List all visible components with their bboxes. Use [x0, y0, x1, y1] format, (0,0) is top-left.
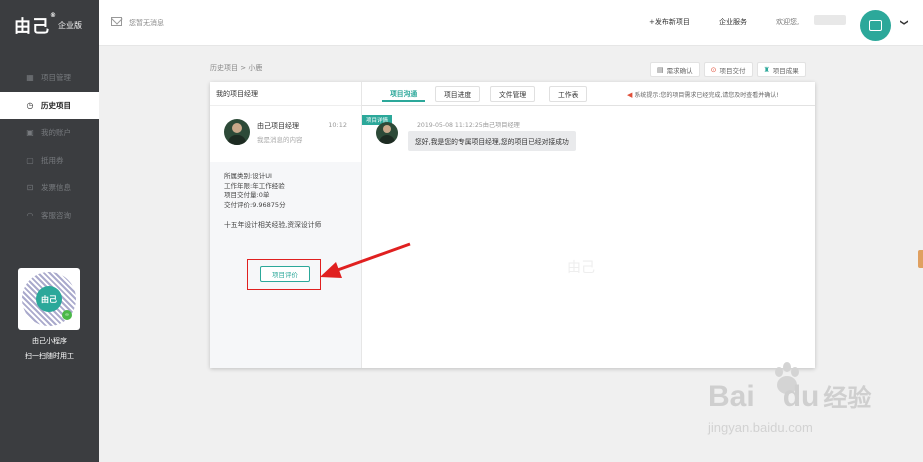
baidu-watermark: Bai du 经验: [708, 380, 872, 413]
sidebar-item-label: 项目管理: [41, 73, 71, 83]
panel-title: 我的项目经理: [210, 82, 361, 106]
qr-sub-label: 扫一扫随时用工: [25, 352, 74, 360]
message-preview: 我是消息的内容: [257, 136, 303, 144]
sidebar: 由己® 企业版 ▦ 项目管理 ◷ 历史项目 ▣ 我的账户 ▢ 抵用券 ⊡ 发票信…: [0, 0, 99, 462]
mini-program-qr: 由己 ∞: [18, 268, 80, 330]
app-logo[interactable]: 由己®: [14, 12, 57, 37]
post-project-link[interactable]: +发布新项目: [649, 17, 690, 27]
project-card: 我的项目经理 由己项目经理 10:12 我是消息的内容 所属类别:设计UI 工作…: [210, 82, 815, 368]
info-experience: 工作年限:年工作经验: [224, 181, 285, 190]
sidebar-item-support[interactable]: ◠ 客服咨询: [0, 202, 99, 230]
info-rating: 交付评价:9.96875分: [224, 200, 286, 209]
image-icon: [869, 20, 882, 31]
sidebar-nav: ▦ 项目管理 ◷ 历史项目 ▣ 我的账户 ▢ 抵用券 ⊡ 发票信息 ◠ 客服咨询: [0, 64, 99, 229]
manager-name: 由己项目经理: [257, 122, 299, 130]
info-description: 十五年设计相关经验,资深设计师: [224, 221, 322, 229]
qr-logo: 由己: [36, 286, 62, 312]
sidebar-item-account[interactable]: ▣ 我的账户: [0, 119, 99, 147]
username-blurred: [814, 15, 846, 25]
chat-message: 您好,我是您的专属项目经理,您的项目已经对接成功: [408, 131, 576, 151]
tab-progress[interactable]: 项目进度: [435, 86, 481, 102]
qr-code: 由己 ∞: [22, 272, 76, 326]
info-category: 所属类别:设计UI: [224, 172, 272, 180]
history-icon: ◷: [26, 100, 34, 110]
top-bar: 您暂无消息 +发布新项目 企业服务 欢迎您, ❯: [99, 0, 923, 46]
sidebar-item-label: 抵用券: [41, 155, 64, 165]
manager-panel: 我的项目经理 由己项目经理 10:12 我是消息的内容 所属类别:设计UI 工作…: [210, 82, 362, 368]
enterprise-service-link[interactable]: 企业服务: [719, 17, 747, 27]
sidebar-item-project-management[interactable]: ▦ 项目管理: [0, 64, 99, 92]
project-results-button[interactable]: ♜ 项目成果: [756, 62, 806, 77]
qr-label: 由己小程序: [32, 337, 67, 345]
edition-label: 企业版: [58, 21, 82, 30]
evaluate-project-button[interactable]: 项目评价: [260, 266, 310, 282]
chevron-down-icon[interactable]: ❯: [900, 19, 909, 26]
sidebar-item-label: 我的账户: [41, 128, 71, 138]
link-icon: ∞: [62, 310, 72, 320]
requirement-confirm-button[interactable]: ▤ 需求确认: [650, 62, 700, 77]
annotation-arrow: [320, 242, 411, 278]
welcome-text: 欢迎您,: [776, 18, 800, 26]
account-icon: ▣: [26, 128, 34, 138]
sidebar-item-label: 客服咨询: [41, 210, 71, 220]
message-time: 10:12: [328, 121, 347, 129]
side-float-tab[interactable]: [918, 250, 923, 268]
grid-icon: ▦: [26, 73, 34, 83]
headset-icon: ◠: [26, 210, 34, 220]
chat-background-mark: 由己: [567, 260, 595, 276]
invoice-icon: ⊡: [26, 183, 34, 193]
calendar-icon: ▤: [657, 65, 664, 74]
baidu-watermark-url: jingyan.baidu.com: [708, 420, 813, 435]
trophy-icon: ♜: [763, 65, 770, 74]
evaluate-highlight: 项目评价: [247, 259, 321, 290]
user-avatar[interactable]: [860, 10, 891, 41]
mail-icon[interactable]: [111, 17, 122, 26]
manager-avatar: [224, 119, 250, 145]
project-actions: ▤ 需求确认 ⊙ 项目交付 ♜ 项目成果: [650, 62, 806, 77]
speaker-icon: ◀: [627, 91, 633, 99]
sidebar-item-label: 发票信息: [41, 183, 71, 193]
sidebar-item-invoice[interactable]: ⊡ 发票信息: [0, 174, 99, 202]
chat-area: 项目详情 2019-05-08 11:12:25由己项目经理 您好,我是您的专属…: [362, 107, 815, 368]
sidebar-item-label: 历史项目: [41, 100, 71, 110]
info-delivery-count: 项目交付量:0单: [224, 191, 270, 199]
sidebar-item-coupon[interactable]: ▢ 抵用券: [0, 147, 99, 175]
project-tabs: 项目沟通 项目进度 文件管理 工作表 ◀ 系统提示:您的项目需求已经完成,请您及…: [362, 82, 815, 106]
delivery-icon: ⊙: [710, 65, 717, 74]
breadcrumb[interactable]: 历史项目 > 小鹿: [210, 63, 262, 73]
sidebar-item-history[interactable]: ◷ 历史项目: [0, 91, 99, 119]
system-tip: ◀ 系统提示:您的项目需求已经完成,请您及时查看并确认!: [627, 91, 779, 99]
chat-meta: 2019-05-08 11:12:25由己项目经理: [417, 122, 520, 129]
chat-avatar: [376, 122, 398, 144]
tab-worksheet[interactable]: 工作表: [549, 86, 588, 102]
tab-communication[interactable]: 项目沟通: [382, 86, 426, 102]
manager-contact[interactable]: 由己项目经理 10:12 我是消息的内容: [210, 107, 361, 161]
tab-files[interactable]: 文件管理: [490, 86, 536, 102]
coupon-icon: ▢: [26, 155, 34, 165]
message-status[interactable]: 您暂无消息: [129, 18, 164, 28]
project-delivery-button[interactable]: ⊙ 项目交付: [703, 62, 753, 77]
